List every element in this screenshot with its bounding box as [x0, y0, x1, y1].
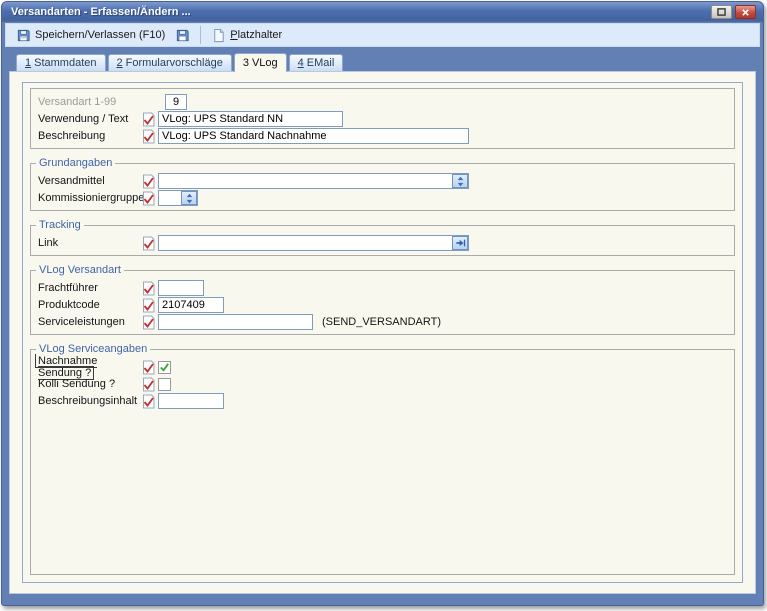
- link-label: Link: [38, 237, 141, 249]
- dialog-window: Versandarten - Erfassen/Ändern ... Speic…: [1, 1, 764, 606]
- form-row-versandart: Versandart 1-99: [38, 94, 728, 110]
- produktcode-label: Produktcode: [38, 299, 141, 311]
- form-row-verwendung: Verwendung / Text: [38, 111, 728, 127]
- nachnahme-checkbox[interactable]: [158, 361, 171, 374]
- validate-check-icon[interactable]: [141, 236, 156, 251]
- link-field[interactable]: [159, 236, 452, 250]
- save-icon-button[interactable]: [170, 25, 195, 45]
- link-inputgroup[interactable]: [158, 235, 469, 251]
- section-vlog-versandart: VLog Versandart Frachtführer Produktcode: [30, 270, 735, 335]
- form-row-kommissioniergruppe: Kommissioniergruppe: [38, 190, 728, 206]
- validate-check-icon[interactable]: [141, 174, 156, 189]
- serviceleistungen-label: Serviceleistungen: [38, 316, 141, 328]
- tab-formularvorschlaege[interactable]: 2Formularvorschläge: [108, 54, 232, 71]
- versandmittel-field[interactable]: [159, 174, 452, 188]
- form-row-beschreibung: Beschreibung: [38, 128, 728, 144]
- tab-page-vlog: Versandart 1-99 Verwendung / Text Beschr…: [9, 71, 756, 594]
- section-grundangaben: Grundangaben Versandmittel: [30, 163, 735, 211]
- checkmark-icon: [159, 362, 170, 373]
- form-row-versandmittel: Versandmittel: [38, 173, 728, 189]
- beschreibungsinhalt-field[interactable]: [158, 393, 224, 409]
- beschreibung-label: Beschreibung: [38, 130, 141, 142]
- beschreibungsinhalt-label: Beschreibungsinhalt: [38, 395, 141, 407]
- validate-check-icon[interactable]: [141, 377, 156, 392]
- validate-check-icon[interactable]: [141, 191, 156, 206]
- up-down-icon: [457, 176, 464, 187]
- versandmittel-label: Versandmittel: [38, 175, 141, 187]
- nachnahme-label: Nachnahme Sendung ?: [35, 354, 97, 380]
- window-title: Versandarten - Erfassen/Ändern ...: [11, 6, 191, 18]
- save-icon: [175, 28, 190, 43]
- restore-icon: [717, 8, 726, 16]
- tab-strip: 1Stammdaten 2Formularvorschläge 3VLog 4E…: [2, 47, 763, 71]
- up-down-icon: [186, 193, 193, 204]
- versandart-field[interactable]: [165, 94, 187, 110]
- form-row-serviceleistungen: Serviceleistungen (SEND_VERSANDART): [38, 314, 728, 330]
- form-row-produktcode: Produktcode: [38, 297, 728, 313]
- section-vlog-serviceangaben: VLog Serviceangaben Nachnahme Sendung ? …: [30, 349, 735, 575]
- open-link-button[interactable]: [452, 236, 468, 250]
- close-button[interactable]: [735, 5, 756, 19]
- toolbar: Speichern/Verlassen (F10) Platzhalter: [5, 23, 760, 47]
- serviceleistungen-field[interactable]: [158, 314, 313, 330]
- form-row-link: Link: [38, 235, 728, 251]
- tab-stammdaten[interactable]: 1Stammdaten: [16, 54, 106, 71]
- frachtfuehrer-field[interactable]: [158, 280, 204, 296]
- validate-check-icon[interactable]: [141, 281, 156, 296]
- frachtfuehrer-label: Frachtführer: [38, 282, 141, 294]
- section-tracking: Tracking Link: [30, 225, 735, 256]
- toolbar-separator: [200, 26, 201, 44]
- validate-check-icon[interactable]: [141, 360, 156, 375]
- document-icon: [211, 28, 226, 43]
- close-icon: [741, 8, 750, 17]
- save-icon: [16, 28, 31, 43]
- save-exit-label: Speichern/Verlassen (F10): [35, 29, 165, 41]
- placeholder-button[interactable]: Platzhalter: [206, 25, 287, 45]
- placeholder-label: Platzhalter: [230, 29, 282, 41]
- tab-vlog[interactable]: 3VLog: [234, 53, 287, 72]
- section-title: VLog Serviceangaben: [36, 343, 150, 355]
- save-exit-button[interactable]: Speichern/Verlassen (F10): [11, 25, 170, 45]
- kommissioniergruppe-combo[interactable]: [158, 190, 198, 206]
- serviceleistungen-suffix: (SEND_VERSANDART): [322, 316, 441, 328]
- form-row-nachnahme: Nachnahme Sendung ?: [38, 359, 728, 375]
- form-frame: Versandart 1-99 Verwendung / Text Beschr…: [22, 82, 743, 583]
- validate-check-icon[interactable]: [141, 129, 156, 144]
- versandmittel-spinner[interactable]: [452, 174, 468, 188]
- versandmittel-combo[interactable]: [158, 173, 469, 189]
- validate-check-icon[interactable]: [141, 394, 156, 409]
- form-row-beschreibungsinhalt: Beschreibungsinhalt: [38, 393, 728, 409]
- verwendung-field[interactable]: [158, 111, 343, 127]
- beschreibung-field[interactable]: [158, 128, 469, 144]
- section-kopf: Versandart 1-99 Verwendung / Text Beschr…: [30, 88, 735, 149]
- form-row-frachtfuehrer: Frachtführer: [38, 280, 728, 296]
- validate-check-icon[interactable]: [141, 298, 156, 313]
- restore-button[interactable]: [711, 5, 732, 19]
- section-title: Tracking: [36, 219, 84, 231]
- produktcode-field[interactable]: [158, 297, 224, 313]
- validate-check-icon[interactable]: [141, 112, 156, 127]
- tab-email[interactable]: 4EMail: [289, 54, 344, 71]
- kommissioniergruppe-spinner[interactable]: [181, 191, 197, 205]
- title-bar[interactable]: Versandarten - Erfassen/Ändern ...: [2, 2, 763, 22]
- section-title: Grundangaben: [36, 157, 115, 169]
- verwendung-label: Verwendung / Text: [38, 113, 141, 125]
- validate-check-icon[interactable]: [141, 315, 156, 330]
- kommissioniergruppe-field[interactable]: [159, 191, 181, 205]
- arrow-right-icon: [455, 238, 466, 248]
- kommissioniergruppe-label: Kommissioniergruppe: [38, 192, 141, 204]
- versandart-label: Versandart 1-99: [38, 96, 141, 108]
- section-title: VLog Versandart: [36, 264, 124, 276]
- kolli-label: Kolli Sendung ?: [38, 378, 141, 390]
- form-row-kolli: Kolli Sendung ?: [38, 376, 728, 392]
- kolli-checkbox[interactable]: [158, 378, 171, 391]
- window-controls: [711, 5, 756, 19]
